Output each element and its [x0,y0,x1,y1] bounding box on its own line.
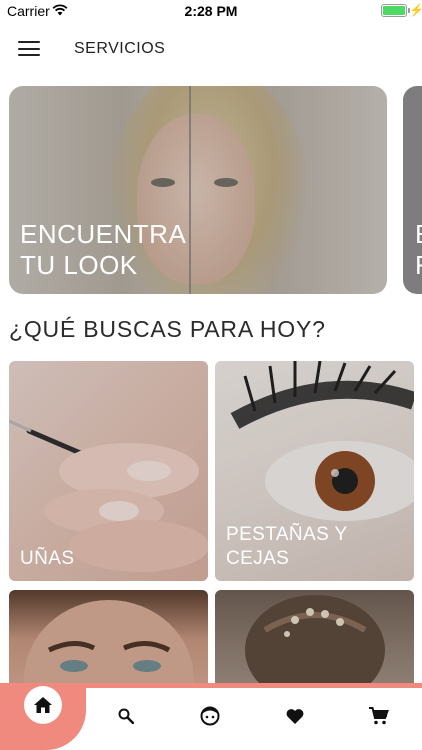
hero-title: ENCUENTRA TU LOOK [20,219,185,280]
category-label: UÑAS [20,548,75,569]
status-bar: Carrier 2:28 PM ⚡ [0,0,422,22]
category-label: PESTAÑAS Y CEJAS [226,524,348,569]
bottom-navigation [0,683,422,750]
heart-icon [286,709,304,724]
hero-banner-card[interactable]: ENCUENTRA TU LOOK [9,86,387,294]
menu-button[interactable] [18,41,40,59]
search-icon [118,708,134,724]
nav-home-button[interactable] [24,686,62,724]
charging-icon: ⚡ [409,3,422,17]
nav-profile-button[interactable] [195,703,225,729]
hero-next-card[interactable]: E F [403,86,422,294]
home-icon [34,697,52,713]
hamburger-icon [18,41,40,43]
section-title: ¿QUÉ BUSCAS PARA HOY? [9,316,326,342]
hero-next-title: E F [415,219,422,281]
battery-icon [381,4,407,17]
nav-favorites-button[interactable] [280,703,310,729]
category-card-nails[interactable]: UÑAS [9,361,208,581]
status-time: 2:28 PM [184,3,238,19]
nav-search-button[interactable] [111,703,141,729]
face-icon [200,706,220,726]
page-title: SERVICIOS [74,40,166,57]
cart-icon [369,707,389,725]
category-card-lashes-brows[interactable]: PESTAÑAS Y CEJAS [215,361,414,581]
nav-cart-button[interactable] [364,703,394,729]
